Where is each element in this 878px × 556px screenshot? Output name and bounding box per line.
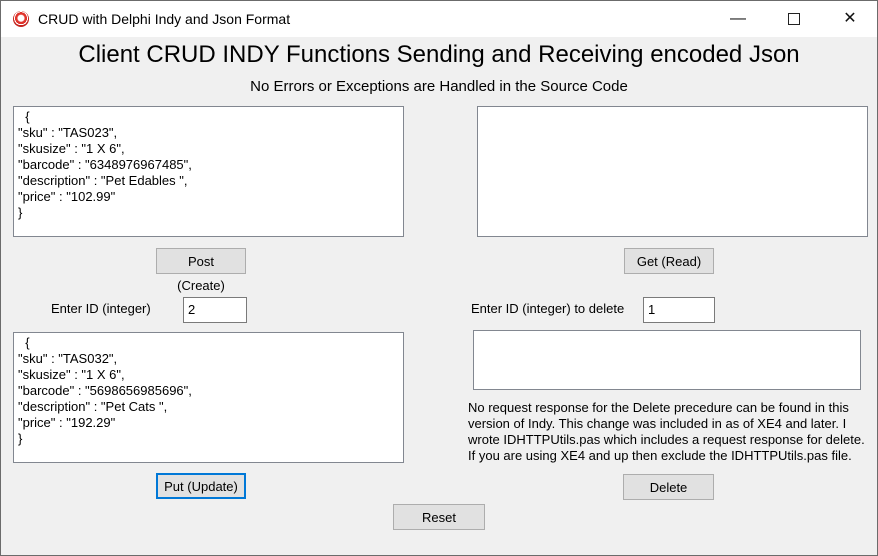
maximize-button[interactable] [771, 1, 817, 37]
post-create-button[interactable]: Post (Create) [156, 248, 246, 293]
put-update-button[interactable]: Put (Update) [156, 473, 246, 499]
close-icon: ✕ [843, 10, 857, 27]
close-button[interactable]: ✕ [827, 1, 873, 37]
get-response-text [478, 107, 867, 109]
page-subtitle: No Errors or Exceptions are Handled in t… [250, 78, 628, 95]
put-json-memo[interactable]: { "sku" : "TAS032", "skusize" : "1 X 6",… [13, 332, 404, 463]
minimize-icon: — [730, 10, 746, 27]
delete-note: No request response for the Delete prece… [468, 400, 865, 463]
reset-button[interactable]: Reset [393, 504, 485, 530]
put-json-text: { "sku" : "TAS032", "skusize" : "1 X 6",… [18, 335, 192, 446]
minimize-button[interactable]: — [715, 1, 761, 37]
put-id-input[interactable]: 2 [183, 297, 247, 323]
put-id-label: Enter ID (integer) [51, 301, 151, 316]
app-window: CRUD with Delphi Indy and Json Format — … [0, 0, 878, 556]
get-read-button[interactable]: Get (Read) [624, 248, 714, 274]
app-icon [13, 11, 29, 27]
title-bar[interactable]: CRUD with Delphi Indy and Json Format — … [1, 1, 877, 37]
post-json-memo[interactable]: { "sku" : "TAS023", "skusize" : "1 X 6",… [13, 106, 404, 237]
delete-button[interactable]: Delete [623, 474, 714, 500]
delete-id-input[interactable]: 1 [643, 297, 715, 323]
delete-response-memo[interactable] [473, 330, 861, 390]
page-title: Client CRUD INDY Functions Sending and R… [78, 41, 800, 68]
get-response-memo[interactable] [477, 106, 868, 237]
maximize-icon [788, 12, 800, 25]
delete-response-text [474, 331, 860, 333]
delete-id-label: Enter ID (integer) to delete [471, 301, 625, 316]
post-json-text: { "sku" : "TAS023", "skusize" : "1 X 6",… [18, 109, 192, 220]
window-title: CRUD with Delphi Indy and Json Format [38, 11, 291, 27]
